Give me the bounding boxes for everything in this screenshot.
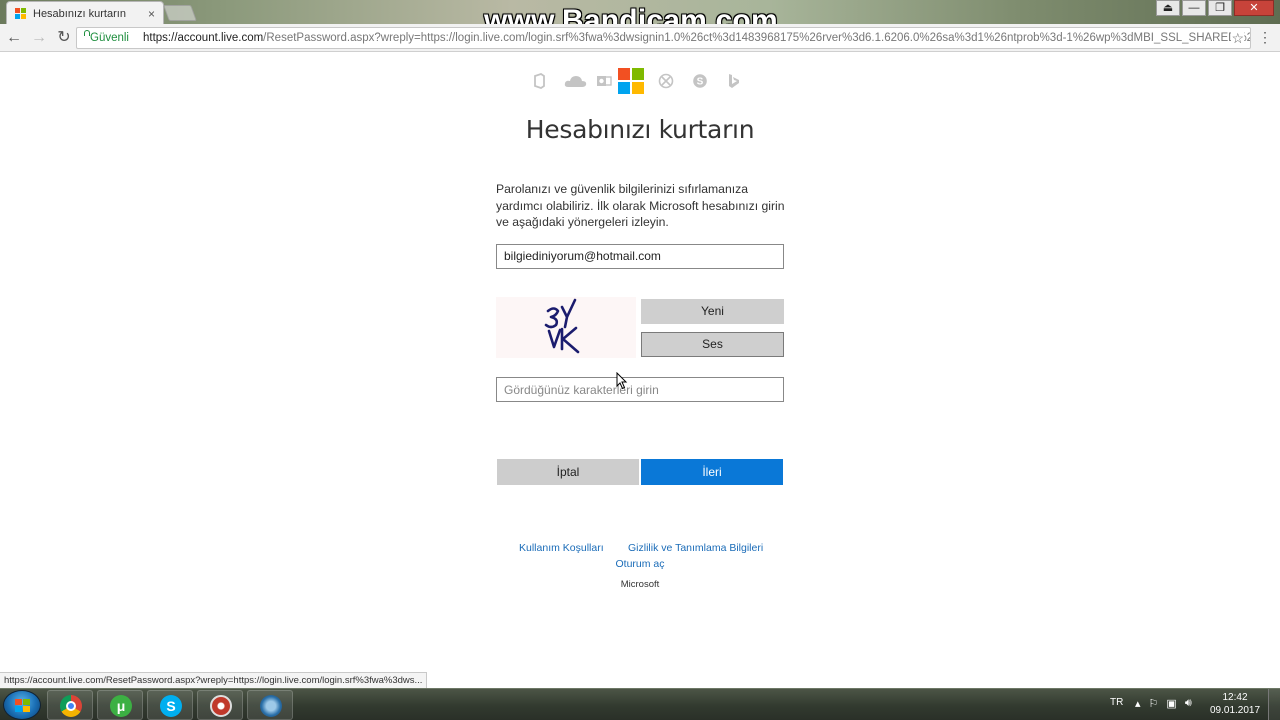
- browser-toolbar: ← → ↻ Güvenli https://account.live.com/R…: [0, 24, 1280, 52]
- status-bar-url: https://account.live.com/ResetPassword.a…: [0, 672, 428, 688]
- captcha-image: [496, 297, 636, 358]
- show-desktop-button[interactable]: [1268, 689, 1280, 720]
- microsoft-favicon-icon: [15, 7, 27, 20]
- browser-menu-icon[interactable]: ⋮: [1258, 29, 1272, 46]
- bandicam-icon: [210, 695, 232, 717]
- mouse-cursor-icon: [616, 372, 628, 390]
- tab-close-icon[interactable]: ×: [148, 7, 155, 21]
- back-arrow-icon[interactable]: ←: [3, 27, 25, 49]
- tab-title: Hesabınızı kurtarın: [33, 7, 126, 20]
- skype-icon: S: [693, 74, 707, 88]
- svg-text:S: S: [697, 77, 704, 88]
- taskbar-chrome[interactable]: [47, 690, 93, 720]
- skype-icon: S: [160, 695, 182, 717]
- taskbar-utorrent[interactable]: μ: [97, 690, 143, 720]
- privacy-cookies-link[interactable]: Gizlilik ve Tanımlama Bilgileri: [628, 542, 763, 554]
- new-tab-button[interactable]: [163, 5, 197, 21]
- taskbar-bandicam[interactable]: [197, 690, 243, 720]
- bookmark-star-icon[interactable]: ☆: [1231, 30, 1244, 47]
- show-hidden-icons-icon[interactable]: ▴: [1135, 697, 1141, 710]
- office-icon: [534, 73, 545, 89]
- windows-taskbar: μ S TR ▴ ⚐ ▣ 🔊︎ 12:42 09.01.2017: [0, 688, 1280, 720]
- cancel-button[interactable]: İptal: [497, 459, 639, 485]
- browser-tab[interactable]: Hesabınızı kurtarın ×: [6, 1, 164, 25]
- restore-button[interactable]: ❐: [1208, 0, 1232, 16]
- utorrent-icon: μ: [110, 695, 132, 717]
- language-indicator[interactable]: TR: [1110, 697, 1123, 708]
- new-captcha-button[interactable]: Yeni: [641, 299, 784, 324]
- close-button[interactable]: ✕: [1234, 0, 1274, 16]
- address-bar[interactable]: Güvenli https://account.live.com/ResetPa…: [76, 27, 1251, 49]
- chrome-icon: [60, 695, 82, 717]
- windows-flag-icon: [15, 699, 31, 713]
- security-label: Güvenli: [90, 32, 129, 44]
- tray-icons: ▴ ⚐ ▣ 🔊︎: [1135, 697, 1192, 710]
- captcha-glyphs: [544, 298, 580, 354]
- page-title: Hesabınızı kurtarın: [525, 115, 755, 144]
- xbox-icon: [658, 73, 674, 89]
- user-icon[interactable]: ⏏: [1156, 0, 1180, 16]
- clock-time: 12:42: [1222, 692, 1248, 703]
- url-host: https://account.live.com: [143, 32, 264, 44]
- onedrive-icon: [564, 76, 587, 87]
- next-button[interactable]: İleri: [641, 459, 783, 485]
- reload-icon[interactable]: ↻: [53, 27, 75, 49]
- network-icon[interactable]: ▣: [1166, 697, 1176, 710]
- forward-arrow-icon[interactable]: →: [28, 27, 50, 49]
- product-icon-strip: S: [532, 68, 740, 94]
- window-controls: ⏏ — ❐ ✕: [1154, 0, 1274, 18]
- url-path: /ResetPassword.aspx?wreply=https://login…: [263, 32, 1251, 44]
- volume-icon[interactable]: 🔊︎: [1185, 697, 1192, 710]
- minimize-button[interactable]: —: [1182, 0, 1206, 16]
- start-button[interactable]: [3, 690, 41, 720]
- captcha-input[interactable]: [496, 377, 784, 402]
- outlook-icon: [597, 76, 612, 86]
- taskbar-app[interactable]: [247, 690, 293, 720]
- microsoft-footer-text: Microsoft: [620, 579, 660, 590]
- bing-icon: [729, 74, 739, 88]
- app-icon: [260, 695, 282, 717]
- taskbar-skype[interactable]: S: [147, 690, 193, 720]
- clock-date: 09.01.2017: [1210, 705, 1261, 716]
- email-field[interactable]: bilgiediniyorum@hotmail.com: [496, 244, 784, 269]
- taskbar-clock[interactable]: 12:42 09.01.2017: [1210, 691, 1260, 717]
- terms-of-use-link[interactable]: Kullanım Koşulları: [519, 542, 604, 554]
- action-center-icon[interactable]: ⚐: [1149, 697, 1159, 710]
- microsoft-logo-icon: [618, 68, 644, 94]
- sign-in-link[interactable]: Oturum aç: [0, 558, 1280, 570]
- audio-captcha-button[interactable]: Ses: [641, 332, 784, 357]
- intro-text: Parolanızı ve güvenlik bilgilerinizi sıf…: [496, 182, 785, 229]
